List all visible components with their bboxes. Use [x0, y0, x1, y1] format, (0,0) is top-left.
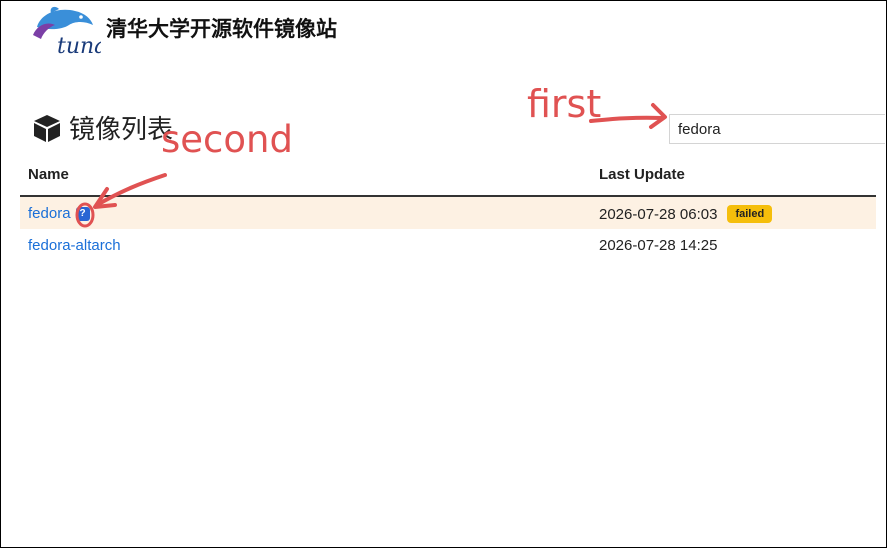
- page-heading: 镜像列表: [31, 109, 173, 146]
- help-icon[interactable]: ?: [75, 206, 90, 221]
- column-header-name[interactable]: Name: [28, 166, 69, 183]
- mirror-link-fedora[interactable]: fedora: [28, 205, 71, 222]
- annotation-overlay: [75, 103, 667, 228]
- mirror-name-cell: fedora ?: [28, 205, 90, 222]
- table-row: fedora-altarch 2026-07-28 14:25: [20, 229, 876, 261]
- mirror-name-cell: fedora-altarch: [28, 237, 121, 254]
- box-icon: [34, 114, 60, 142]
- table-header: Name Last Update: [20, 158, 876, 197]
- table-row: fedora ? 2026-07-28 06:03 failed: [20, 197, 876, 229]
- svg-text:tuna: tuna: [57, 34, 101, 57]
- status-badge: failed: [727, 205, 773, 223]
- site-title[interactable]: 清华大学开源软件镜像站: [106, 13, 337, 43]
- mirror-table: Name Last Update fedora ? 2026-07-28 06:…: [20, 158, 876, 261]
- arrow-first-icon: [589, 115, 665, 123]
- annotation-first: first: [527, 82, 602, 126]
- column-header-last-update[interactable]: Last Update: [599, 166, 685, 183]
- last-update-time: 2026-07-28 06:03: [599, 205, 718, 223]
- annotation-second: second: [161, 118, 293, 161]
- tuna-logo-icon[interactable]: tuna: [29, 5, 101, 57]
- page-title: 镜像列表: [69, 115, 174, 145]
- mirror-link-fedora-altarch[interactable]: fedora-altarch: [28, 237, 121, 254]
- last-update-cell: 2026-07-28 14:25: [599, 237, 717, 254]
- browser-frame: tuna 清华大学开源软件镜像站 镜像列表 Name Last Update f…: [0, 0, 887, 548]
- last-update-time: 2026-07-28 14:25: [599, 237, 718, 254]
- search-input[interactable]: [669, 114, 885, 144]
- last-update-cell: 2026-07-28 06:03 failed: [599, 205, 773, 223]
- arrow-first-head-icon: [649, 103, 667, 129]
